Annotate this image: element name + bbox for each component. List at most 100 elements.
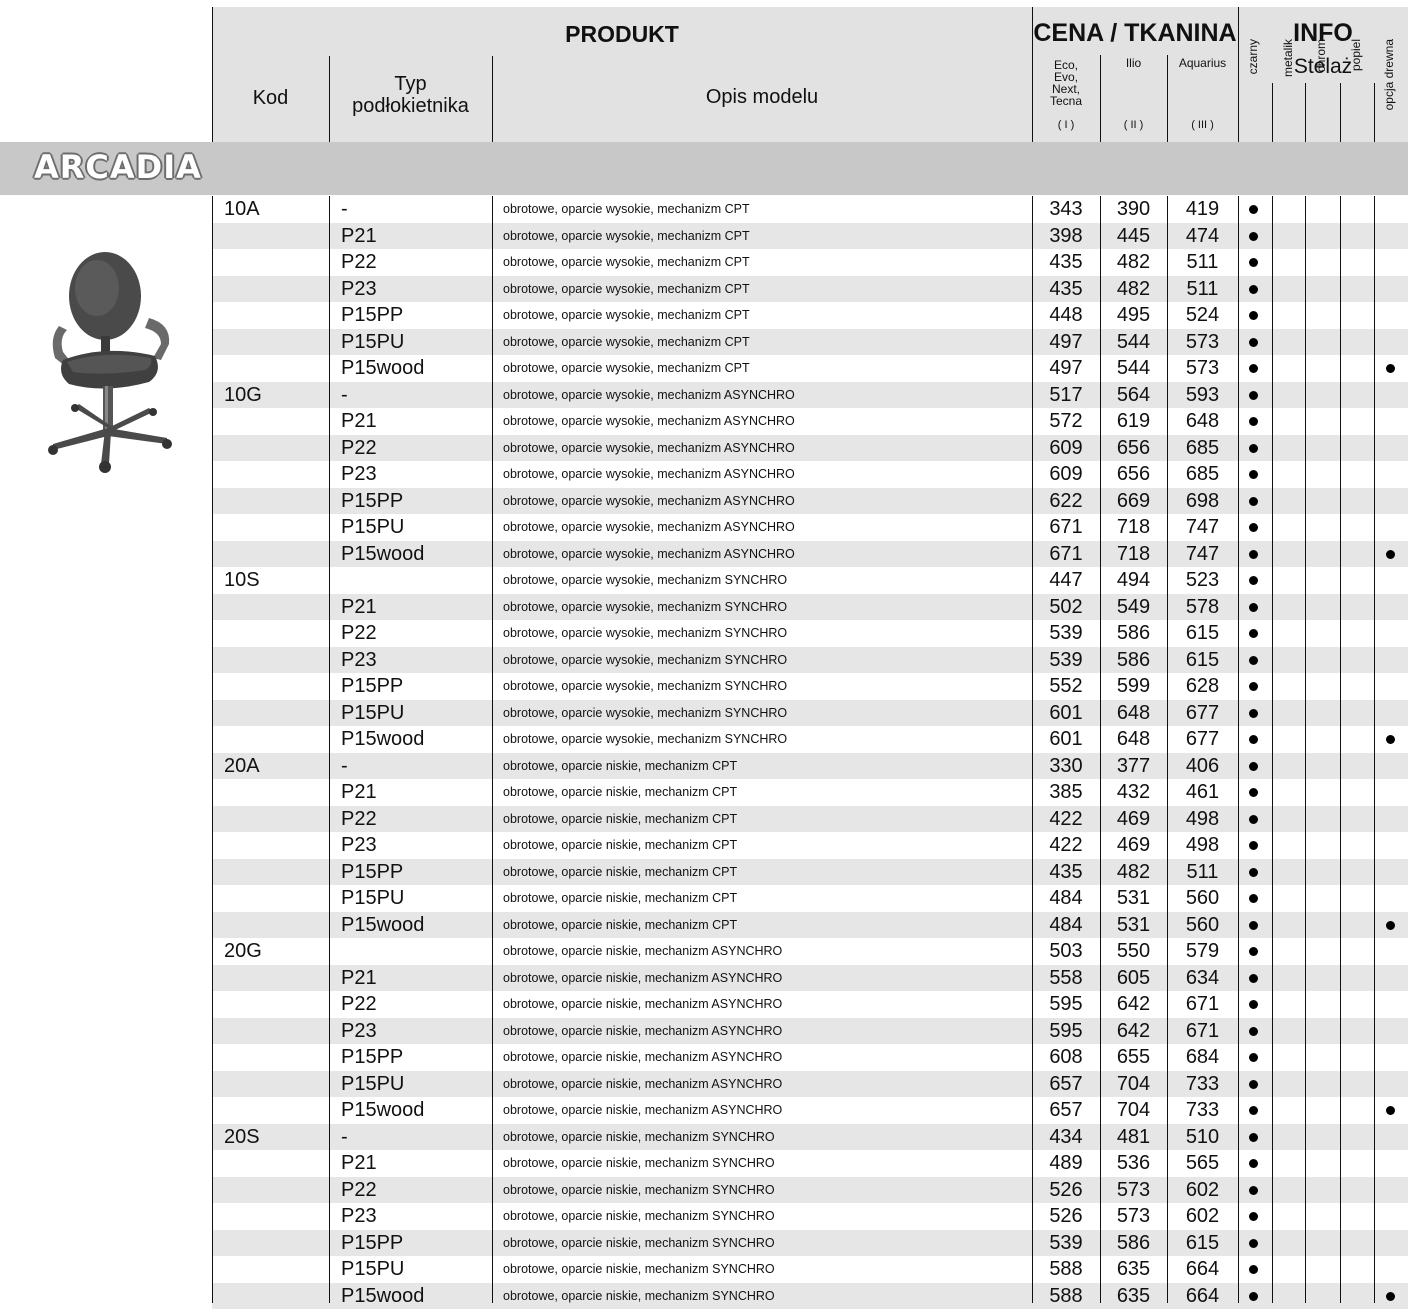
row-armrest-type: P15wood: [341, 728, 425, 750]
table-row: P22 obrotowe, oparcie wysokie, mechanizm …: [212, 434, 1408, 461]
black-frame-dot-icon: [1249, 523, 1258, 532]
row-code: 20S: [224, 1125, 260, 1148]
table-row: P15PP obrotowe, oparcie niskie, mechanizm…: [212, 1044, 1408, 1071]
row-armrest-type: P21: [341, 410, 377, 432]
row-price-group-2: 573: [1116, 1205, 1151, 1227]
row-description: obrotowe, oparcie wysokie, mechanizm CPT: [503, 281, 750, 296]
row-description: obrotowe, oparcie niskie, mechanizm CPT: [503, 838, 738, 852]
row-armrest-type: P23: [341, 1205, 377, 1227]
row-code: 10S: [224, 569, 260, 591]
row-price-group-1: 385: [1049, 781, 1083, 803]
row-armrest-type: P22: [341, 622, 377, 644]
table-row: P21 obrotowe, oparcie niskie, mechanizm A…: [212, 964, 1408, 991]
black-frame-dot-icon: [1249, 311, 1258, 320]
table-row: P15PU obrotowe, oparcie wysokie, mechaniz…: [212, 699, 1408, 726]
row-price-group-2: 531: [1116, 887, 1151, 909]
row-price-group-1: 539: [1049, 1231, 1083, 1254]
table-row: P22 obrotowe, oparcie niskie, mechanizm C…: [212, 805, 1408, 832]
table-row: 20A - obrotowe, oparcie niskie, mechanizm …: [212, 752, 1408, 779]
row-price-group-3: 510: [1185, 1125, 1220, 1148]
table-row: P21 obrotowe, oparcie niskie, mechanizm C…: [212, 779, 1408, 806]
kod-column-header: Kod: [252, 87, 289, 109]
row-price-group-1: 526: [1049, 1205, 1083, 1227]
row-description: obrotowe, oparcie niskie, mechanizm SYNC…: [503, 1182, 775, 1197]
row-price-group-3: 648: [1185, 410, 1220, 432]
table-row: P15PP obrotowe, oparcie wysokie, mechaniz…: [212, 673, 1408, 700]
row-price-group-1: 447: [1049, 569, 1083, 591]
table-row: P22 obrotowe, oparcie wysokie, mechanizm …: [212, 620, 1408, 647]
row-description: obrotowe, oparcie wysokie, mechanizm SYN…: [503, 732, 788, 746]
row-armrest-type: -: [341, 198, 348, 220]
black-frame-dot-icon: [1249, 470, 1258, 479]
row-armrest-type: -: [341, 1125, 348, 1148]
row-description: obrotowe, oparcie niskie, mechanizm ASYN…: [503, 944, 783, 958]
black-frame-dot-icon: [1249, 867, 1258, 877]
row-description: obrotowe, oparcie niskie, mechanizm SYNC…: [503, 1288, 775, 1303]
table-row: P21 obrotowe, oparcie wysokie, mechanizm …: [212, 222, 1408, 249]
tecna-label: Tecna: [1049, 94, 1083, 108]
table-row: 10A - obrotowe, oparcie wysokie, mechanizm…: [212, 196, 1408, 223]
row-price-group-3: 565: [1185, 1152, 1220, 1174]
column-rule: [1167, 196, 1168, 1303]
row-description: obrotowe, oparcie niskie, mechanizm SYNC…: [503, 1156, 775, 1170]
row-armrest-type: P21: [341, 966, 377, 989]
row-price-group-2: 390: [1116, 198, 1151, 220]
row-description: obrotowe, oparcie niskie, mechanizm SYNC…: [503, 1209, 775, 1223]
row-price-group-2: 635: [1116, 1258, 1151, 1280]
row-price-group-1: 609: [1049, 436, 1083, 459]
row-price-group-3: 677: [1185, 701, 1220, 724]
black-frame-dot-icon: [1249, 920, 1258, 930]
row-code: 10A: [224, 198, 260, 220]
row-price-group-2: 648: [1116, 728, 1151, 750]
row-price-group-3: 560: [1185, 913, 1220, 936]
row-price-group-3: 747: [1185, 542, 1220, 565]
row-price-group-1: 595: [1049, 1019, 1083, 1042]
row-armrest-type: P15wood: [341, 1099, 425, 1121]
row-price-group-1: 497: [1049, 357, 1083, 379]
row-price-group-1: 671: [1049, 542, 1083, 565]
row-price-group-1: 435: [1049, 277, 1083, 300]
row-description: obrotowe, oparcie wysokie, mechanizm SYN…: [503, 679, 788, 693]
table-row: P15wood obrotowe, oparcie wysokie, mechan…: [212, 355, 1408, 382]
black-frame-dot-icon: [1249, 1159, 1258, 1168]
row-price-group-1: 330: [1049, 754, 1083, 777]
frame-popiel-header: popiel: [1349, 39, 1363, 72]
black-frame-dot-icon: [1249, 1026, 1258, 1036]
row-armrest-type: P15PP: [341, 304, 404, 326]
row-price-group-3: 677: [1185, 728, 1220, 750]
row-armrest-type: P15wood: [341, 1284, 425, 1307]
black-frame-dot-icon: [1249, 443, 1258, 453]
row-price-group-2: 655: [1116, 1046, 1151, 1068]
column-rule: [329, 196, 330, 1303]
row-armrest-type: P15PP: [341, 675, 404, 697]
row-price-group-3: 671: [1185, 1019, 1220, 1042]
row-description: obrotowe, oparcie wysokie, mechanizm ASY…: [503, 520, 795, 534]
row-price-group-1: 398: [1049, 224, 1083, 247]
wood-option-dot-icon: [1386, 735, 1395, 744]
row-price-group-3: 593: [1185, 383, 1220, 406]
row-price-group-1: 502: [1049, 595, 1083, 618]
row-description: obrotowe, oparcie wysokie, mechanizm SYN…: [503, 652, 788, 667]
table-row: P23 obrotowe, oparcie niskie, mechanizm A…: [212, 1017, 1408, 1044]
black-frame-dot-icon: [1249, 417, 1258, 426]
row-price-group-1: 489: [1049, 1152, 1083, 1174]
row-price-group-2: 656: [1116, 436, 1151, 459]
black-frame-dot-icon: [1249, 682, 1258, 691]
row-armrest-type: P23: [341, 1019, 377, 1042]
black-frame-dot-icon: [1249, 549, 1258, 559]
table-row: P15wood obrotowe, oparcie niskie, mechani…: [212, 1097, 1408, 1124]
black-frame-dot-icon: [1249, 947, 1258, 956]
price-group-1-numeral: ( I ): [1057, 119, 1075, 131]
row-price-group-2: 599: [1116, 675, 1151, 697]
row-description: obrotowe, oparcie wysokie, mechanizm SYN…: [503, 599, 788, 614]
header-rule: [1305, 83, 1306, 142]
row-price-group-3: 498: [1185, 807, 1220, 830]
row-price-group-2: 432: [1116, 781, 1151, 803]
table-row: P15PP obrotowe, oparcie wysokie, mechaniz…: [212, 302, 1408, 329]
black-frame-dot-icon: [1249, 1291, 1258, 1301]
row-price-group-2: 550: [1116, 940, 1151, 962]
column-rule: [1305, 196, 1306, 1303]
table-row: 20S - obrotowe, oparcie niskie, mechanizm …: [212, 1123, 1408, 1150]
row-price-group-1: 622: [1049, 489, 1083, 512]
row-price-group-2: 481: [1116, 1125, 1151, 1148]
